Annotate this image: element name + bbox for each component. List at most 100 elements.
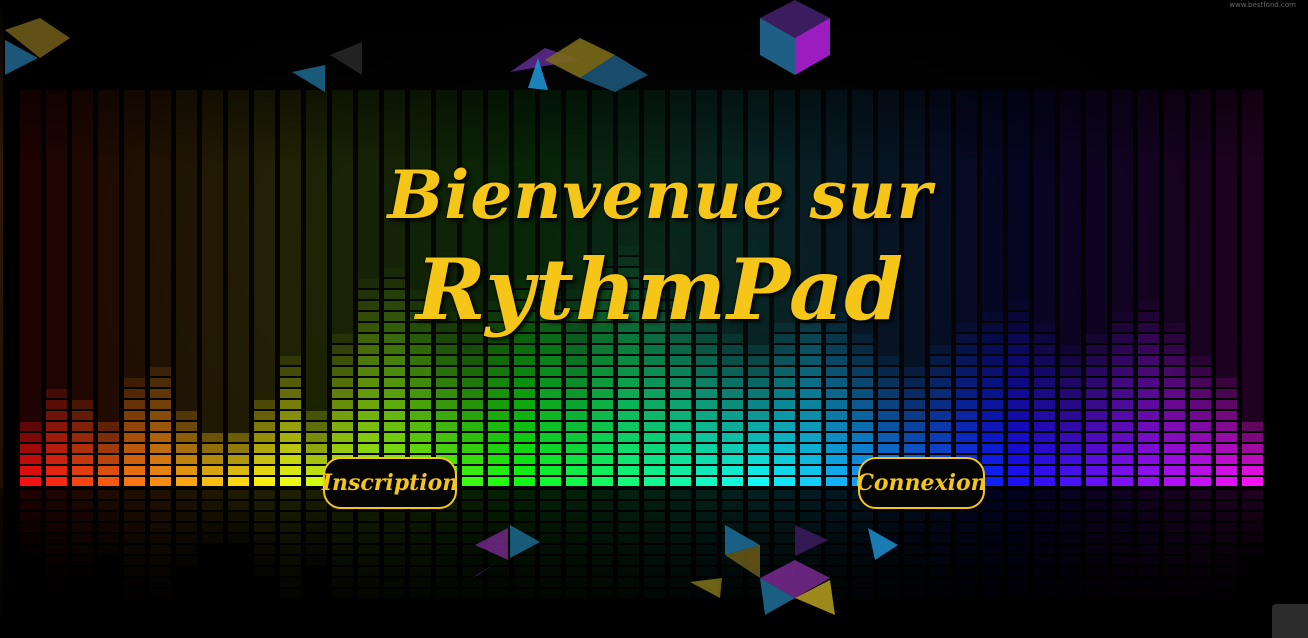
equalizer-segment (176, 444, 197, 453)
equalizer-segment (1008, 356, 1029, 365)
equalizer-segment (254, 433, 275, 442)
equalizer-segment (1034, 422, 1055, 431)
equalizer-segment (1008, 378, 1029, 387)
equalizer-segment (774, 455, 795, 464)
equalizer-segment (1164, 477, 1185, 486)
equalizer-segment (592, 477, 613, 486)
equalizer-segment (982, 422, 1003, 431)
equalizer-segment (826, 389, 847, 398)
equalizer-segment (306, 455, 327, 464)
equalizer-segment (436, 378, 457, 387)
equalizer-segment (410, 345, 431, 354)
equalizer-segment (254, 400, 275, 409)
equalizer-segment (1190, 367, 1211, 376)
equalizer-segment (254, 444, 275, 453)
equalizer-segment (904, 389, 925, 398)
equalizer-segment (800, 356, 821, 365)
equalizer-segment (1164, 334, 1185, 343)
equalizer-segment (488, 422, 509, 431)
equalizer-segment (748, 389, 769, 398)
equalizer-segment (722, 455, 743, 464)
equalizer-segment (384, 345, 405, 354)
equalizer-segment (644, 345, 665, 354)
equalizer-segment (696, 466, 717, 475)
equalizer-segment (800, 367, 821, 376)
equalizer-segment (150, 389, 171, 398)
equalizer-segment (1086, 433, 1107, 442)
equalizer-segment (644, 444, 665, 453)
equalizer-segment (956, 345, 977, 354)
equalizer-segment (1086, 477, 1107, 486)
equalizer-segment (1112, 345, 1133, 354)
equalizer-segment (618, 400, 639, 409)
equalizer-segment (514, 389, 535, 398)
equalizer-segment (930, 411, 951, 420)
equalizer-segment (1086, 455, 1107, 464)
equalizer-segment (566, 389, 587, 398)
equalizer-segment (644, 466, 665, 475)
login-button[interactable]: Connexion (856, 457, 987, 509)
equalizer-segment (124, 378, 145, 387)
equalizer-segment (202, 455, 223, 464)
equalizer-segment (228, 477, 249, 486)
equalizer-segment (1060, 356, 1081, 365)
equalizer-segment (1112, 444, 1133, 453)
welcome-title: Bienvenue sur RythmPad (280, 150, 1040, 340)
equalizer-segment (72, 444, 93, 453)
equalizer-segment (436, 433, 457, 442)
equalizer-segment (878, 378, 899, 387)
equalizer-segment (670, 433, 691, 442)
equalizer-segment (280, 422, 301, 431)
equalizer-segment (1190, 433, 1211, 442)
equalizer-segment (852, 378, 873, 387)
equalizer-segment (540, 477, 561, 486)
equalizer-segment (1138, 411, 1159, 420)
equalizer-segment (72, 477, 93, 486)
equalizer-segment (800, 444, 821, 453)
equalizer-segment (254, 411, 275, 420)
equalizer-segment (982, 356, 1003, 365)
signup-button[interactable]: Inscription (322, 457, 458, 509)
equalizer-segment (748, 345, 769, 354)
equalizer-segment (462, 389, 483, 398)
equalizer-segment (358, 345, 379, 354)
equalizer-segment (514, 400, 535, 409)
equalizer-segment (280, 389, 301, 398)
equalizer-segment (1216, 466, 1237, 475)
equalizer-segment (20, 422, 41, 431)
equalizer-segment (306, 422, 327, 431)
corner-widget[interactable] (1272, 604, 1308, 638)
equalizer-segment (46, 466, 67, 475)
equalizer-segment (1216, 389, 1237, 398)
equalizer-segment (1242, 433, 1263, 442)
equalizer-segment (566, 422, 587, 431)
equalizer-segment (1034, 466, 1055, 475)
equalizer-segment (930, 422, 951, 431)
equalizer-segment (644, 378, 665, 387)
equalizer-segment (410, 422, 431, 431)
equalizer-segment (696, 422, 717, 431)
welcome-heading-line: Bienvenue sur (387, 156, 933, 234)
equalizer-segment (592, 433, 613, 442)
equalizer-segment (280, 455, 301, 464)
equalizer-segment (826, 455, 847, 464)
equalizer-segment (1008, 345, 1029, 354)
equalizer-segment (826, 477, 847, 486)
equalizer-segment (1060, 378, 1081, 387)
equalizer-segment (1034, 378, 1055, 387)
equalizer-segment (904, 400, 925, 409)
equalizer-segment (176, 477, 197, 486)
equalizer-segment (644, 433, 665, 442)
equalizer-segment (1242, 422, 1263, 431)
equalizer-segment (800, 411, 821, 420)
equalizer-segment (1086, 334, 1107, 343)
equalizer-segment (384, 356, 405, 365)
equalizer-segment (384, 367, 405, 376)
equalizer-segment (98, 444, 119, 453)
equalizer-segment (592, 378, 613, 387)
equalizer-segment (1242, 444, 1263, 453)
equalizer-segment (956, 433, 977, 442)
equalizer-segment (514, 345, 535, 354)
equalizer-segment (1164, 389, 1185, 398)
equalizer-segment (1138, 433, 1159, 442)
